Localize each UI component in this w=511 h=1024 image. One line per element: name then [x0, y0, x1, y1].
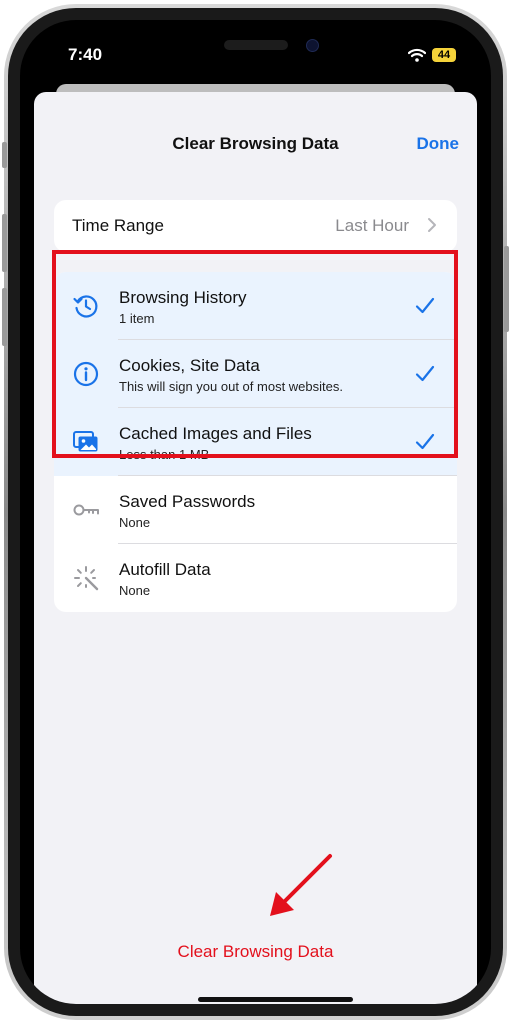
data-type-list: Browsing History 1 item Cookies, Site Da…: [54, 272, 457, 612]
time-range-value: Last Hour: [335, 216, 409, 235]
camera-icon: [306, 39, 319, 52]
mute-switch: [2, 142, 7, 168]
list-item-cookies-site-data[interactable]: Cookies, Site Data This will sign you ou…: [54, 340, 457, 408]
wifi-icon: [408, 48, 426, 62]
list-item-autofill-data[interactable]: Autofill Data None: [54, 544, 457, 612]
time-range-label: Time Range: [72, 216, 164, 235]
item-title: Browsing History: [119, 288, 247, 307]
status-bar: 7:40 44: [20, 20, 491, 90]
volume-down-button: [2, 288, 7, 346]
magic-wand-icon: [74, 566, 99, 591]
clear-browsing-sheet: Clear Browsing Data Done Time Range Last…: [34, 92, 477, 1004]
list-item-browsing-history[interactable]: Browsing History 1 item: [54, 272, 457, 340]
key-icon: [73, 504, 99, 516]
item-subtitle: Less than 1 MB: [119, 447, 210, 462]
volume-up-button: [2, 214, 7, 272]
time-range-row[interactable]: Time Range Last Hour: [54, 200, 457, 252]
images-icon: [73, 431, 98, 452]
item-subtitle: None: [119, 515, 151, 530]
item-subtitle: None: [119, 583, 151, 598]
item-title: Cookies, Site Data: [119, 356, 260, 375]
item-subtitle: 1 item: [119, 311, 155, 326]
checkmark-icon: [415, 365, 435, 382]
list-item-cached-images[interactable]: Cached Images and Files Less than 1 MB: [54, 408, 457, 476]
battery-indicator: 44: [432, 48, 456, 62]
item-title: Saved Passwords: [119, 492, 256, 511]
item-title: Cached Images and Files: [119, 424, 312, 443]
done-button[interactable]: Done: [417, 134, 460, 154]
home-indicator: [198, 997, 353, 1002]
page-title: Clear Browsing Data: [172, 134, 339, 153]
list-item-saved-passwords[interactable]: Saved Passwords None: [54, 476, 457, 544]
page: 7:40 44 Clear Browsing Data Done Time Ra…: [0, 0, 511, 1024]
power-button: [504, 246, 509, 332]
status-time: 7:40: [68, 45, 103, 64]
phone-screen: 7:40 44 Clear Browsing Data Done Time Ra…: [20, 20, 491, 1004]
checkmark-icon: [415, 433, 435, 450]
info-icon: [73, 361, 99, 387]
item-subtitle: This will sign you out of most websites.: [119, 379, 343, 394]
clear-browsing-data-button[interactable]: Clear Browsing Data: [34, 942, 477, 962]
chevron-right-icon: [428, 218, 436, 232]
checkmark-icon: [415, 297, 435, 314]
item-title: Autofill Data: [119, 560, 211, 579]
dynamic-island: [224, 40, 288, 50]
history-icon: [73, 295, 98, 318]
